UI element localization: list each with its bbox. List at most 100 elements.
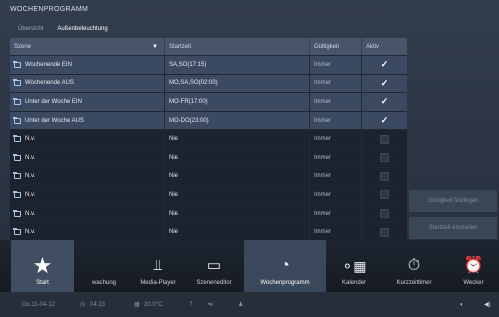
active-cell xyxy=(362,130,407,148)
active-checkbox[interactable] xyxy=(380,134,389,144)
start-time-cell: MO-FR(17:00) xyxy=(165,93,310,111)
status-time: 04:23 xyxy=(90,301,106,308)
dock-scene-editor[interactable]: ▭ Szeneneditor xyxy=(186,240,242,292)
table-header: Szene ▼ Startzeit Gültigkeit Aktiv xyxy=(10,38,407,56)
active-checkbox[interactable] xyxy=(380,153,389,163)
table-row[interactable]: N.v. Nie Immer xyxy=(10,148,407,168)
scene-name: N.v. xyxy=(25,136,36,143)
table-row[interactable]: Unter der Woche AUS MO-DO(23:00) Immer ✓ xyxy=(10,111,407,131)
scene-icon xyxy=(13,60,21,68)
dock: ★ Start wachung ⫫ Media-Player ▭ Szenene… xyxy=(0,240,499,292)
scene-icon xyxy=(13,116,21,124)
scene-cell: Unter der Woche EIN xyxy=(10,93,165,111)
thermometer-icon: ▦ xyxy=(134,302,140,308)
program-table: Szene ▼ Startzeit Gültigkeit Aktiv Woche… xyxy=(10,38,407,242)
scene-name: N.v. xyxy=(25,191,36,198)
column-header-start[interactable]: Startzeit xyxy=(165,38,310,55)
calendar-icon: ⚬▦ xyxy=(341,258,367,274)
table-row[interactable]: Wochenende EIN SA,SO(17:15) Immer ✓ xyxy=(10,56,407,75)
settings-icon[interactable]: ◐ xyxy=(460,302,464,308)
scene-cell: N.v. xyxy=(10,148,165,167)
validity-cell: Immer xyxy=(310,93,362,111)
set-validity-button[interactable]: Gültigkeit festlegen xyxy=(409,190,497,212)
volume-icon[interactable]: ◀) xyxy=(484,301,491,308)
active-checkbox[interactable] xyxy=(380,227,389,237)
active-cell xyxy=(362,205,407,223)
table-row[interactable]: Unter der Woche EIN MO-FR(17:00) Immer ✓ xyxy=(10,93,407,112)
tab-outdoor-lighting[interactable]: Außenbeleuchtung xyxy=(49,24,113,38)
validity-cell: Immer xyxy=(310,56,362,74)
table-row[interactable]: N.v. Nie Immer xyxy=(10,204,407,224)
start-time-cell: Nie xyxy=(165,204,310,223)
active-checkmark-icon[interactable]: ✓ xyxy=(381,59,389,70)
timer-icon: ⏱ xyxy=(407,257,421,274)
scene-name: N.v. xyxy=(25,173,36,180)
active-cell xyxy=(362,168,407,186)
clock-icon: ◷ xyxy=(80,302,86,308)
scene-name: Unter der Woche EIN xyxy=(25,98,82,105)
scene-cell: N.v. xyxy=(10,186,165,204)
scene-cell: Wochenende EIN xyxy=(10,56,165,74)
scene-icon xyxy=(13,172,21,180)
start-time-cell: Nie xyxy=(165,167,310,186)
dock-timer[interactable]: ⏱ Kurzzeittimer xyxy=(384,240,444,292)
start-time-cell: Nie xyxy=(165,130,310,148)
scene-name: Wochenende AUS xyxy=(25,80,74,87)
alert-icon[interactable]: ♟ xyxy=(238,301,243,308)
scene-icon xyxy=(13,209,21,217)
dock-weekly-program[interactable]: ◔ Wochenprogramm xyxy=(244,240,326,292)
monitoring-icon xyxy=(102,255,106,277)
validity-cell: Immer xyxy=(310,204,362,223)
star-icon: ★ xyxy=(32,253,53,278)
dock-calendar[interactable]: ⚬▦ Kalender xyxy=(328,240,380,292)
active-cell: ✓ xyxy=(362,93,407,111)
page-title: WOCHENPROGRAMM xyxy=(10,6,89,13)
tab-overview[interactable]: Übersicht xyxy=(10,24,49,38)
table-row[interactable]: N.v. Nie Immer xyxy=(10,130,407,149)
scene-icon xyxy=(13,228,21,236)
active-checkmark-icon[interactable]: ✓ xyxy=(381,78,389,89)
column-header-validity[interactable]: Gültigkeit xyxy=(310,38,362,55)
active-cell xyxy=(362,223,407,241)
active-cell xyxy=(362,149,407,167)
validity-cell: Immer xyxy=(310,130,362,148)
dock-start[interactable]: ★ Start xyxy=(11,240,74,292)
scene-name: N.v. xyxy=(25,210,36,217)
status-bar: Do.11-04-12 ◷ 04:23 ▦ 20.0°C ⫯ ⇋ ♟ ◐ ◀) xyxy=(0,292,499,317)
scene-name: Unter der Woche AUS xyxy=(25,117,84,124)
active-checkbox[interactable] xyxy=(380,171,389,181)
dock-monitoring[interactable]: wachung xyxy=(78,240,130,292)
dock-media-player[interactable]: ⫫ Media-Player xyxy=(130,240,186,292)
status-date: Do.11-04-12 xyxy=(22,301,55,308)
network-icon[interactable]: ⇋ xyxy=(208,301,213,308)
set-start-time-button[interactable]: Startzeit einstellen xyxy=(409,217,497,239)
table-row[interactable]: Wochenende AUS MO,SA,SO(02:00) Immer ✓ xyxy=(10,74,407,94)
status-temperature: 20.0°C xyxy=(144,301,163,308)
validity-cell: Immer xyxy=(310,186,362,204)
scene-cell: Unter der Woche AUS xyxy=(10,111,165,130)
table-body: Wochenende EIN SA,SO(17:15) Immer ✓ Wochenen… xyxy=(10,56,407,242)
media-player-icon: ⫫ xyxy=(153,257,163,274)
tab-bar: Übersicht Außenbeleuchtung xyxy=(10,24,114,38)
screen: WOCHENPROGRAMM Übersicht Außenbeleuchtun… xyxy=(0,0,499,317)
active-checkbox[interactable] xyxy=(380,190,389,200)
scene-icon xyxy=(13,190,21,198)
column-header-scene[interactable]: Szene ▼ xyxy=(10,38,165,55)
scene-icon xyxy=(13,153,21,161)
validity-cell: Immer xyxy=(310,111,362,130)
start-time-cell: Nie xyxy=(165,186,310,204)
table-row[interactable]: N.v. Nie Immer xyxy=(10,167,407,187)
scene-cell: Wochenende AUS xyxy=(10,74,165,93)
dock-alarm-clock[interactable]: ⏰ Wecker xyxy=(448,240,499,292)
active-checkbox[interactable] xyxy=(380,209,389,219)
active-checkmark-icon[interactable]: ✓ xyxy=(381,115,389,126)
scene-icon xyxy=(13,135,21,143)
active-checkmark-icon[interactable]: ✓ xyxy=(381,96,389,107)
active-cell: ✓ xyxy=(362,112,407,130)
alarm-clock-icon: ⏰ xyxy=(463,257,484,274)
table-row[interactable]: N.v. Nie Immer xyxy=(10,186,407,205)
pin-icon: ⫯ xyxy=(190,301,193,307)
sort-arrow-icon[interactable]: ▼ xyxy=(152,44,158,50)
scene-name: N.v. xyxy=(25,229,36,236)
column-header-active[interactable]: Aktiv xyxy=(362,38,407,55)
